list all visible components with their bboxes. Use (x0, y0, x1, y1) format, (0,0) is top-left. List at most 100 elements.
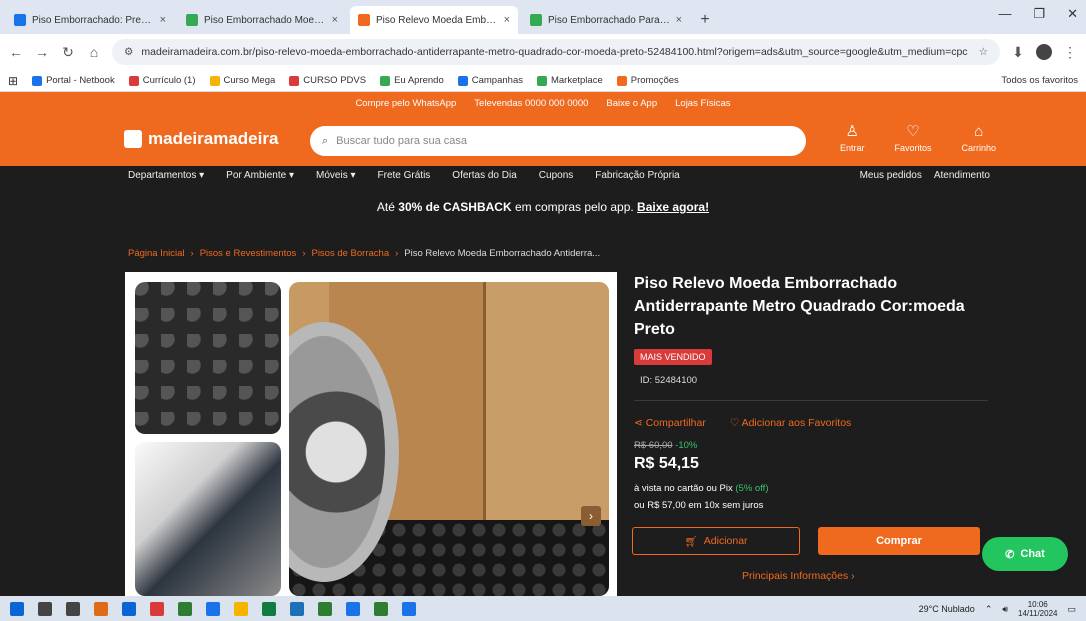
cashback-link[interactable]: Baixe agora! (637, 200, 709, 214)
nav-item[interactable]: Por Ambiente ▾ (226, 170, 294, 181)
taskbar-app-icon[interactable] (374, 601, 388, 616)
taskbar-app-icon[interactable] (178, 601, 192, 616)
download-icon[interactable]: ⬇ (1010, 44, 1026, 61)
bookmark-item[interactable]: Curso Mega (209, 75, 276, 86)
address-bar-row: ← → ↻ ⌂ ⚙ madeiramadeira.com.br/piso-rel… (0, 34, 1086, 70)
taskbar-app-icon[interactable] (234, 601, 248, 616)
new-tab-button[interactable]: + (694, 9, 716, 31)
bookmark-label: Portal - Netbook (46, 75, 115, 86)
bookmark-star-icon[interactable]: ☆ (979, 46, 988, 58)
nav-item[interactable]: Cupons (539, 170, 573, 181)
taskbar-app-icon[interactable] (402, 601, 416, 616)
share-button[interactable]: ⋖ Compartilhar (634, 417, 706, 429)
bookmark-label: Campanhas (471, 75, 523, 86)
bookmark-item[interactable]: Promoções (616, 75, 679, 86)
cashback-prefix: Até (376, 200, 395, 214)
tab-title: Piso Emborrachado Paraíba (548, 14, 672, 26)
nav-item[interactable]: Fabricação Própria (595, 170, 679, 181)
bookmark-label: Curso Mega (223, 75, 276, 86)
search-icon: ⌕ (322, 134, 329, 147)
bookmark-item[interactable]: Marketplace (536, 75, 603, 86)
tab-close-icon[interactable]: × (676, 14, 682, 26)
taskbar-app-icon[interactable] (66, 601, 80, 616)
favorite-button[interactable]: ♡ Adicionar aos Favoritos (730, 417, 851, 429)
tab-close-icon[interactable]: × (160, 14, 166, 26)
back-icon[interactable]: ← (8, 44, 24, 60)
tab-favicon (358, 14, 370, 26)
tab-close-icon[interactable]: × (504, 14, 510, 26)
add-to-cart-button[interactable]: 🛒︎ Adicionar (632, 527, 800, 555)
weather[interactable]: 29°C Nublado (919, 604, 975, 614)
chevron-up-icon[interactable]: ⌃ (985, 604, 993, 615)
all-bookmarks[interactable]: Todos os favoritos (1001, 75, 1078, 86)
bookmark-label: Promoções (630, 75, 679, 86)
browser-tab[interactable]: Piso Relevo Moeda Emborrachado × (350, 6, 518, 34)
chat-button[interactable]: ✆ Chat (982, 537, 1068, 571)
taskbar-app-icon[interactable] (262, 601, 276, 616)
next-image-button[interactable]: › (581, 506, 601, 526)
browser-tab[interactable]: Piso Emborrachado Paraíba × (522, 6, 690, 34)
header-user-button[interactable]: ♙ Entrar (840, 124, 865, 154)
nav-item[interactable]: Móveis ▾ (316, 170, 355, 181)
profile-avatar[interactable] (1036, 44, 1052, 60)
nav-item[interactable]: Atendimento (934, 170, 990, 181)
close-window-icon[interactable]: ✕ (1067, 6, 1078, 22)
notification-icon[interactable]: ▭ (1067, 604, 1076, 615)
tab-close-icon[interactable]: × (332, 14, 338, 26)
taskbar-app-icon[interactable] (206, 601, 220, 616)
promo-whatsapp[interactable]: Compre pelo WhatsApp (355, 98, 456, 109)
browser-tab[interactable]: Piso Emborrachado: Preços e Ofertas × (6, 6, 174, 34)
taskbar-app-icon[interactable] (346, 601, 360, 616)
main-info-link[interactable]: Principais Informações › (742, 570, 855, 582)
nav-item[interactable]: Frete Grátis (378, 170, 431, 181)
breadcrumb-home[interactable]: Página Inicial (128, 248, 185, 259)
promo-stores[interactable]: Lojas Físicas (675, 98, 730, 109)
home-icon[interactable]: ⌂ (86, 44, 102, 60)
browser-tab[interactable]: Piso Emborrachado Moeda Preto × (178, 6, 346, 34)
start-icon[interactable] (10, 601, 24, 616)
promo-phone[interactable]: Televendas 0000 000 0000 (474, 98, 588, 109)
nav-item[interactable]: Departamentos ▾ (128, 170, 204, 181)
taskbar-app-icon[interactable] (318, 601, 332, 616)
bookmark-item[interactable]: CURSO PDVS (289, 75, 366, 86)
bookmark-item[interactable]: Campanhas (457, 75, 523, 86)
clock[interactable]: 10:06 14/11/2024 (1018, 600, 1057, 618)
search-icon[interactable] (38, 601, 52, 616)
chat-icon: ✆ (1005, 548, 1015, 561)
buy-button[interactable]: Comprar (818, 527, 980, 555)
header-cart-button[interactable]: ⌂ Carrinho (961, 124, 996, 154)
taskbar-app-icon[interactable] (290, 601, 304, 616)
taskbar-app-icon[interactable] (94, 601, 108, 616)
header-icon-label: Carrinho (961, 143, 996, 153)
nav-item[interactable]: Meus pedidos (860, 170, 922, 181)
apps-icon[interactable]: ⊞ (8, 74, 18, 88)
url-field[interactable]: ⚙ madeiramadeira.com.br/piso-relevo-moed… (112, 39, 1000, 65)
volume-icon[interactable]: 🔊︎ (1002, 604, 1008, 615)
breadcrumb-category[interactable]: Pisos e Revestimentos (200, 248, 297, 259)
breadcrumb-subcategory[interactable]: Pisos de Borracha (311, 248, 389, 259)
bookmark-icon (128, 75, 139, 86)
heart-icon: ♡ (906, 123, 920, 140)
search-input[interactable]: ⌕ Buscar tudo para sua casa (310, 126, 806, 156)
maximize-icon[interactable]: ❐ (1033, 6, 1045, 22)
header-heart-button[interactable]: ♡ Favoritos (894, 123, 931, 154)
minimize-icon[interactable]: — (998, 6, 1011, 22)
installments: ou R$ 57,00 em 10x sem juros (634, 500, 764, 511)
gallery-thumbnail-1[interactable] (135, 282, 281, 434)
product-info: Piso Relevo Moeda Emborrachado Antiderra… (634, 272, 994, 386)
menu-icon[interactable]: ⋮ (1062, 44, 1078, 61)
site-logo[interactable]: madeiramadeira (124, 129, 278, 149)
taskbar-app-icon[interactable] (150, 601, 164, 616)
site-info-icon[interactable]: ⚙ (124, 46, 133, 58)
product-main-image[interactable]: › (289, 282, 609, 596)
bookmark-item[interactable]: Currículo (1) (128, 75, 196, 86)
reload-icon[interactable]: ↻ (60, 44, 76, 61)
nav-item[interactable]: Ofertas do Dia (452, 170, 516, 181)
bookmark-label: Currículo (1) (142, 75, 196, 86)
bookmark-item[interactable]: Eu Aprendo (380, 75, 444, 86)
promo-app[interactable]: Baixe o App (606, 98, 657, 109)
forward-icon[interactable]: → (34, 44, 50, 60)
taskbar-app-icon[interactable] (122, 601, 136, 616)
bookmark-item[interactable]: Portal - Netbook (32, 75, 115, 86)
gallery-thumbnail-2[interactable] (135, 442, 281, 596)
